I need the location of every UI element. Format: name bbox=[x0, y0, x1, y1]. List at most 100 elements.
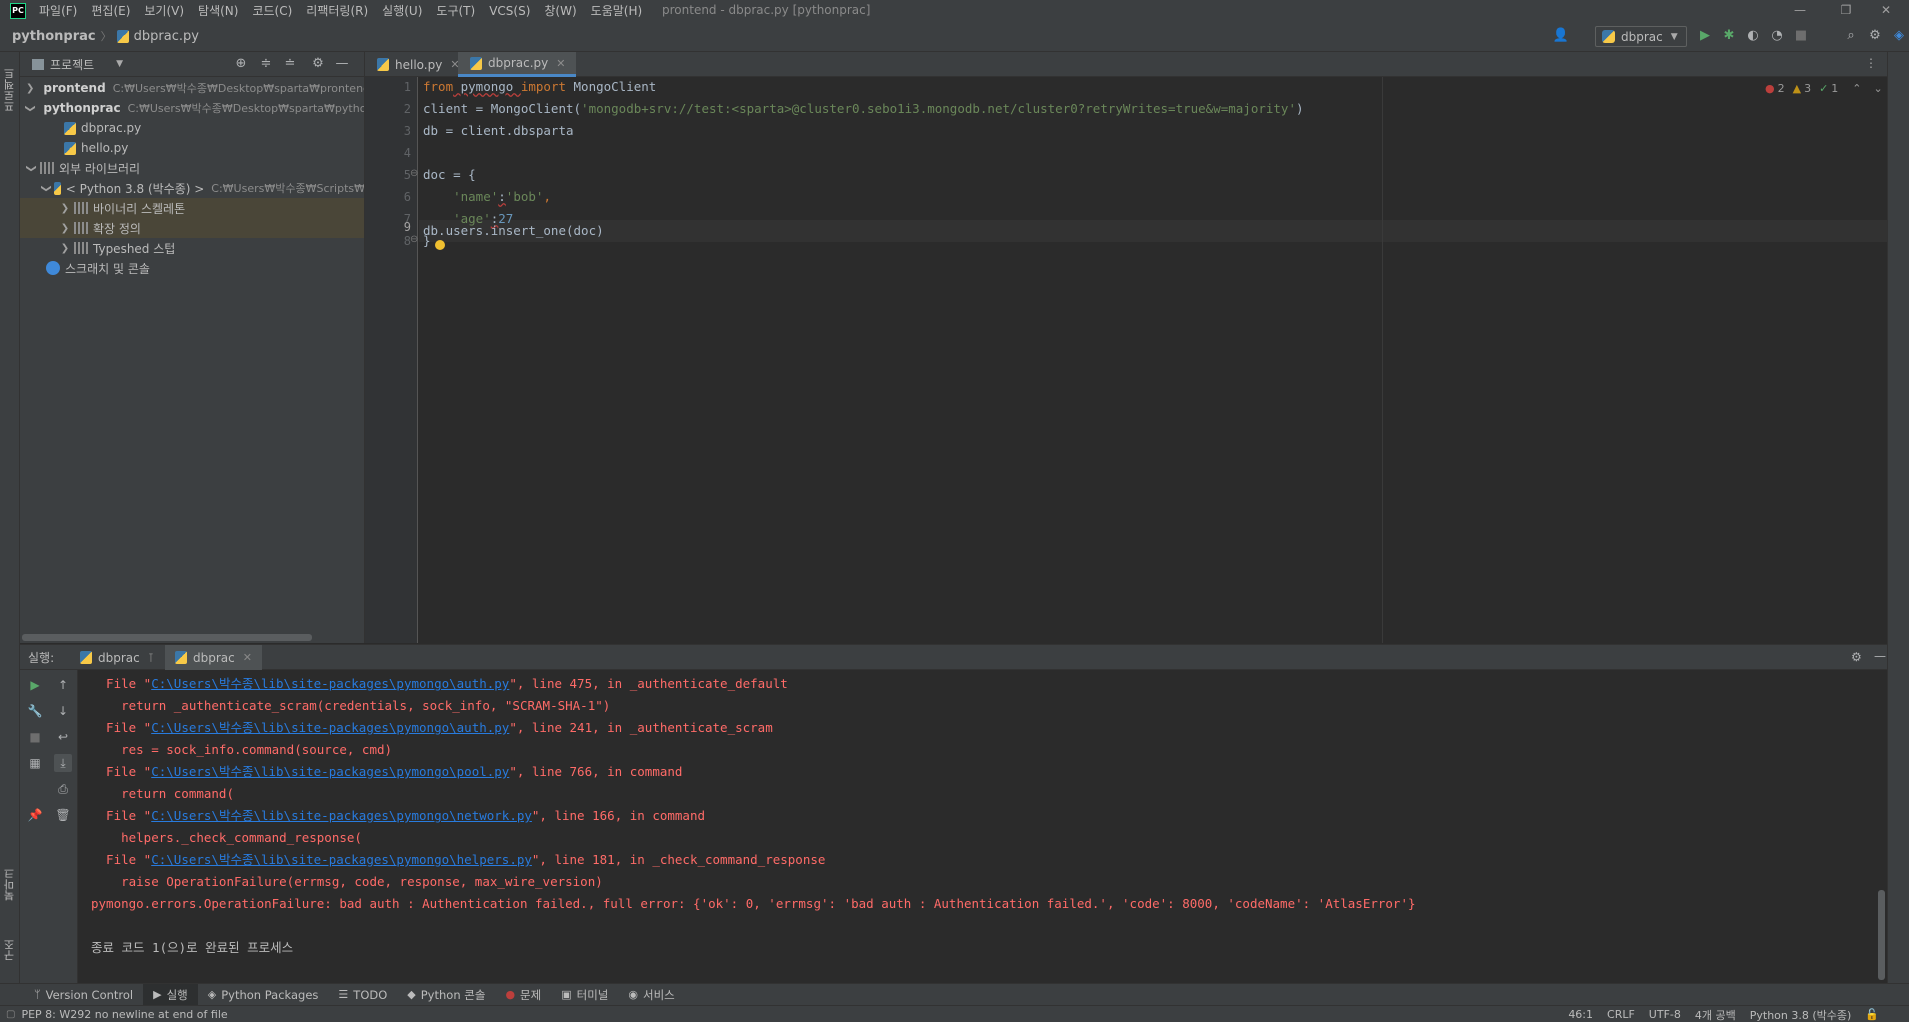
chevron-right-icon[interactable]: ❯ bbox=[26, 83, 34, 94]
tool-window-project[interactable]: 프로젝트 bbox=[2, 60, 18, 120]
menu-code[interactable]: 코드(C) bbox=[245, 2, 299, 19]
run-tab-dbprac-pinned[interactable]: dbprac ⊺ bbox=[70, 645, 164, 670]
rerun-icon[interactable]: ▶ bbox=[26, 676, 44, 694]
breadcrumb-project[interactable]: pythonprac bbox=[12, 29, 96, 44]
chevron-down-icon[interactable]: ❯ bbox=[41, 184, 52, 192]
gear-icon[interactable]: ⚙ bbox=[310, 56, 326, 72]
status-toggle-icon[interactable]: ▢ bbox=[6, 1009, 15, 1020]
fold-icon[interactable]: ⊖ bbox=[410, 234, 418, 245]
fold-icon[interactable]: ⊖ bbox=[410, 168, 418, 179]
chevron-right-icon[interactable]: ❯ bbox=[60, 203, 70, 214]
chevron-down-icon[interactable]: ▼ bbox=[116, 59, 123, 69]
scroll-to-end-icon[interactable]: ⤓ bbox=[54, 754, 72, 772]
debug-icon[interactable]: ✱ bbox=[1720, 27, 1738, 45]
tree-item-binary-skeletons[interactable]: ❯ 바이너리 스켈레톤 bbox=[20, 198, 364, 218]
file-link[interactable]: C:\Users\박수종\lib\site-packages\pymongo\a… bbox=[151, 720, 509, 735]
tool-window-todo[interactable]: ☰ TODO bbox=[328, 984, 397, 1006]
tool-window-terminal[interactable]: ▣ 터미널 bbox=[551, 984, 618, 1006]
tool-window-problems[interactable]: ● 문제 bbox=[495, 984, 551, 1006]
tab-dbprac-py[interactable]: dbprac.py ✕ bbox=[458, 52, 576, 77]
menu-refactor[interactable]: 리팩터링(R) bbox=[299, 2, 375, 19]
coverage-icon[interactable]: ◐ bbox=[1744, 27, 1762, 45]
wrench-icon[interactable]: 🔧 bbox=[26, 702, 44, 720]
layout-icon[interactable]: ▦ bbox=[26, 754, 44, 772]
tree-item-hello-py[interactable]: hello.py bbox=[20, 138, 364, 158]
pin-icon[interactable]: ⊺ bbox=[148, 651, 154, 665]
next-highlight-icon[interactable]: ⌄ bbox=[1874, 82, 1883, 95]
inspection-widget[interactable]: ● 2 ▲ 3 ✓ 1 ⌃ ⌄ bbox=[1765, 79, 1883, 97]
project-panel-title[interactable]: 프로젝트 bbox=[50, 56, 94, 73]
tree-item-external-libraries[interactable]: ❯ 외부 라이브러리 bbox=[20, 158, 364, 178]
indent-setting[interactable]: 4개 공백 bbox=[1695, 1007, 1736, 1022]
down-arrow-icon[interactable]: ↓ bbox=[54, 702, 72, 720]
tool-window-bookmarks[interactable]: 북마크 bbox=[2, 860, 18, 910]
collapse-all-icon[interactable]: ≐ bbox=[282, 56, 298, 72]
menu-window[interactable]: 창(W) bbox=[537, 2, 583, 19]
caret-position[interactable]: 46:1 bbox=[1568, 1008, 1593, 1021]
run-configuration-select[interactable]: dbprac ▼ bbox=[1595, 26, 1687, 47]
stop-icon[interactable]: ■ bbox=[26, 728, 44, 746]
expand-all-icon[interactable]: ≑ bbox=[258, 56, 274, 72]
hide-panel-icon[interactable]: — bbox=[1874, 649, 1886, 663]
tool-window-run[interactable]: ▶ 실행 bbox=[143, 983, 198, 1006]
code-editor[interactable]: 1 2 3 4 5 6 7 8 9 ⊖ ⊖ from pymongo impor… bbox=[365, 77, 1887, 643]
user-icon[interactable]: 👤 bbox=[1552, 27, 1570, 45]
gear-icon[interactable]: ⚙ bbox=[1866, 27, 1884, 45]
menu-run[interactable]: 실행(U) bbox=[375, 2, 429, 19]
chevron-right-icon[interactable]: ❯ bbox=[60, 223, 70, 234]
vertical-scrollbar[interactable] bbox=[1878, 890, 1885, 980]
menu-view[interactable]: 보기(V) bbox=[137, 2, 191, 19]
close-window-icon[interactable]: ✕ bbox=[1863, 0, 1909, 21]
run-console-output[interactable]: File "C:\Users\박수종\lib\site-packages\pym… bbox=[78, 670, 1887, 983]
tool-window-python-console[interactable]: ◆ Python 콘솔 bbox=[397, 984, 495, 1006]
menu-vcs[interactable]: VCS(S) bbox=[482, 4, 537, 18]
tree-item-typeshed-stubs[interactable]: ❯ Typeshed 스텁 bbox=[20, 238, 364, 258]
search-icon[interactable]: ⌕ bbox=[1842, 27, 1860, 45]
horizontal-scrollbar[interactable] bbox=[22, 634, 312, 641]
tree-item-dbprac-py[interactable]: dbprac.py bbox=[20, 118, 364, 138]
close-icon[interactable]: ✕ bbox=[556, 57, 565, 70]
profile-icon[interactable]: ◔ bbox=[1768, 27, 1786, 45]
chevron-down-icon[interactable]: ❯ bbox=[25, 104, 36, 112]
menu-file[interactable]: 파일(F) bbox=[32, 2, 84, 19]
lock-icon[interactable]: 🔓 bbox=[1865, 1008, 1879, 1021]
tree-item-scratches[interactable]: 스크래치 및 콘솔 bbox=[20, 258, 364, 278]
chevron-down-icon[interactable]: ❯ bbox=[26, 163, 37, 173]
close-icon[interactable]: ✕ bbox=[243, 651, 252, 664]
line-separator[interactable]: CRLF bbox=[1607, 1008, 1635, 1021]
more-tabs-icon[interactable]: ⋮ bbox=[1865, 56, 1877, 70]
run-tab-dbprac[interactable]: dbprac ✕ bbox=[165, 645, 262, 670]
tree-item-extended-definitions[interactable]: ❯ 확장 정의 bbox=[20, 218, 364, 238]
menu-help[interactable]: 도움말(H) bbox=[584, 2, 650, 19]
tab-hello-py[interactable]: hello.py ✕ bbox=[365, 52, 470, 77]
tree-item-prontend[interactable]: ❯ prontend C:₩Users₩박수종₩Desktop₩sparta₩p… bbox=[20, 78, 364, 98]
pin-icon[interactable]: 📌 bbox=[26, 806, 44, 824]
file-link[interactable]: C:\Users\박수종\lib\site-packages\pymongo\a… bbox=[151, 676, 509, 691]
file-link[interactable]: C:\Users\박수종\lib\site-packages\pymongo\p… bbox=[151, 764, 509, 779]
menu-tools[interactable]: 도구(T) bbox=[429, 2, 482, 19]
print-icon[interactable]: ⎙ bbox=[54, 780, 72, 798]
tool-window-version-control[interactable]: ᛘ Version Control bbox=[24, 984, 143, 1006]
menu-navigate[interactable]: 탐색(N) bbox=[191, 2, 245, 19]
tool-window-structure[interactable]: 구조 bbox=[2, 930, 18, 970]
breadcrumb-file[interactable]: dbprac.py bbox=[134, 29, 199, 44]
stop-icon[interactable]: ■ bbox=[1792, 27, 1810, 45]
up-arrow-icon[interactable]: ↑ bbox=[54, 676, 72, 694]
menu-edit[interactable]: 편집(E) bbox=[84, 2, 137, 19]
locate-file-icon[interactable]: ⊕ bbox=[233, 56, 249, 72]
gear-icon[interactable]: ⚙ bbox=[1851, 650, 1862, 664]
interpreter-selector[interactable]: Python 3.8 (박수종) bbox=[1750, 1007, 1852, 1022]
trash-icon[interactable]: 🗑 bbox=[54, 806, 72, 824]
tool-window-python-packages[interactable]: ◈ Python Packages bbox=[198, 984, 329, 1006]
hide-panel-icon[interactable]: — bbox=[334, 56, 350, 72]
file-encoding[interactable]: UTF-8 bbox=[1649, 1008, 1681, 1021]
code-with-me-icon[interactable]: ◈ bbox=[1890, 27, 1908, 45]
tool-window-services[interactable]: ◉ 서비스 bbox=[618, 984, 684, 1006]
chevron-right-icon[interactable]: ❯ bbox=[60, 243, 70, 254]
previous-highlight-icon[interactable]: ⌃ bbox=[1852, 82, 1861, 95]
status-message[interactable]: PEP 8: W292 no newline at end of file bbox=[21, 1008, 227, 1021]
run-icon[interactable]: ▶ bbox=[1696, 27, 1714, 45]
tree-item-python-sdk[interactable]: ❯ < Python 3.8 (박수종) > C:₩Users₩박수종₩Scri… bbox=[20, 178, 364, 198]
minimize-icon[interactable]: — bbox=[1777, 0, 1823, 21]
file-link[interactable]: C:\Users\박수종\lib\site-packages\pymongo\h… bbox=[151, 852, 532, 867]
